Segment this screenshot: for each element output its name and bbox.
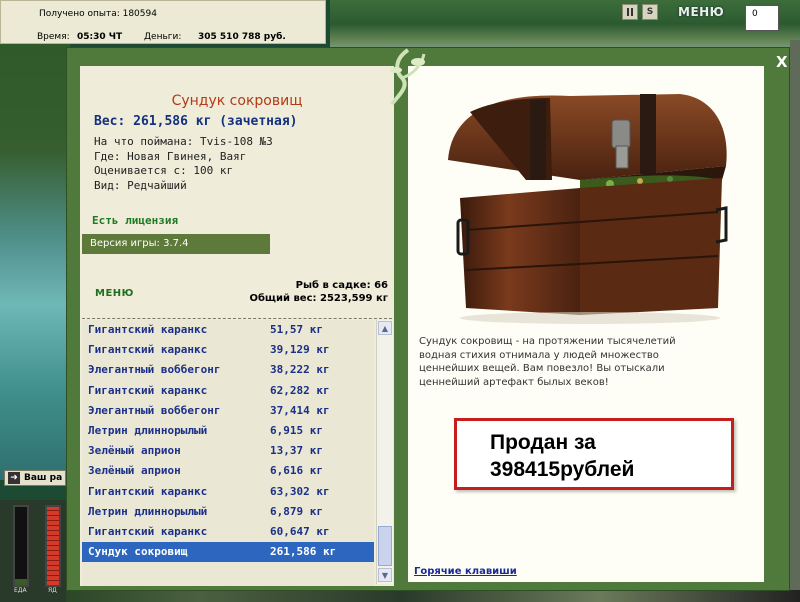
catch-list-row[interactable]: Элегантный воббегонг 37,414 кг xyxy=(82,401,374,421)
list-divider xyxy=(82,318,392,319)
food-gauge xyxy=(13,505,29,587)
catch-fish-name: Гигантский каранкс xyxy=(88,484,208,498)
scroll-up-icon[interactable]: ▲ xyxy=(378,321,392,335)
catch-fish-name: Летрин длиннорылый xyxy=(88,504,208,518)
right-edge-strip xyxy=(790,40,800,602)
treasure-chest-image xyxy=(448,94,728,324)
catch-fish-name: Гигантский каранкс xyxy=(88,343,208,357)
hotkeys-link[interactable]: Горячие клавиши xyxy=(414,566,517,577)
s-button[interactable]: S xyxy=(642,4,658,20)
catch-fish-weight: 6,616 кг xyxy=(270,464,323,478)
catch-fish-name: Сундук сокровищ xyxy=(88,545,188,559)
catch-list-row[interactable]: Элегантный воббегонг 38,222 кг xyxy=(82,360,374,380)
description-line: водная стихия отнимала у людей множество xyxy=(419,349,659,361)
catch-info-panel: Сундук сокровищ Вес: 261,586 кг (зачетна… xyxy=(80,66,394,586)
keepnet-button-label: Ваш ра xyxy=(24,473,63,483)
corner-counter: 0 xyxy=(745,5,779,31)
catch-fish-weight: 38,222 кг xyxy=(270,363,330,377)
catch-list-scrollbar[interactable]: ▲ ▼ xyxy=(376,320,393,584)
description-line: ценнейших вещей. Вам повезло! Вы отыскал… xyxy=(419,363,665,374)
keepnet-button[interactable]: ➜ Ваш ра xyxy=(4,470,66,486)
poison-gauge xyxy=(45,505,61,587)
sold-price-text: Продан за 398415рублей xyxy=(490,429,730,483)
catch-list-row[interactable]: Летрин длиннорылый 6,915 кг xyxy=(82,421,374,441)
water-background xyxy=(0,40,70,480)
catch-fish-name: Гигантский каранкс xyxy=(88,524,208,538)
top-menu-button[interactable]: МЕНЮ xyxy=(678,5,724,19)
catch-fish-name: Гигантский каранкс xyxy=(88,323,208,336)
top-buttons: S xyxy=(622,4,658,20)
catch-list-row[interactable]: Сундук сокровищ 261,586 кг xyxy=(82,542,374,563)
rated-from-info: Оценивается с: 100 кг xyxy=(94,164,234,177)
pause-icon[interactable] xyxy=(622,4,638,20)
time-label: Время: xyxy=(37,32,70,42)
description-line: ценнейший артефакт былых веков! xyxy=(419,376,609,388)
catch-list-row[interactable]: Гигантский каранкс 39,129 кг xyxy=(82,340,374,360)
money-label: Деньги: xyxy=(144,32,182,42)
location-info: Где: Новая Гвинея, Ваяг xyxy=(94,150,247,163)
fish-count: Рыб в садке: 66 xyxy=(295,280,388,291)
catch-fish-weight: 51,57 кг xyxy=(270,323,323,336)
catch-fish-name: Летрин длиннорылый xyxy=(88,423,208,437)
time-value: 05:30 ЧТ xyxy=(77,32,123,42)
close-button[interactable]: X xyxy=(776,53,788,71)
license-status: Есть лицензия xyxy=(92,214,179,227)
catch-fish-weight: 60,647 кг xyxy=(270,524,330,538)
catch-fish-weight: 6,879 кг xyxy=(270,504,323,518)
bottom-edge-strip xyxy=(0,590,800,602)
fish-name: Сундук сокровищ xyxy=(171,93,303,109)
catch-fish-weight: 6,915 кг xyxy=(270,423,323,437)
catch-fish-weight: 37,414 кг xyxy=(270,403,330,417)
catch-fish-name: Зелёный априон xyxy=(88,444,181,458)
poison-gauge-label: ЯД xyxy=(48,587,57,594)
keepnet-stats: Рыб в садке: 66 Общий вес: 2523,599 кг xyxy=(249,279,388,305)
species-kind-info: Вид: Редчайший xyxy=(94,179,187,192)
scroll-down-icon[interactable]: ▼ xyxy=(378,568,392,582)
money-value: 305 510 788 руб. xyxy=(198,32,286,42)
sold-price-annotation: Продан за 398415рублей xyxy=(454,418,734,490)
catch-list-row[interactable]: Гигантский каранкс 60,647 кг xyxy=(82,522,374,542)
description-line: Сундук сокровищ - на протяжении тысячеле… xyxy=(419,336,676,347)
catch-list-row[interactable]: Гигантский каранкс 62,282 кг xyxy=(82,381,374,401)
catch-fish-name: Гигантский каранкс xyxy=(88,383,208,397)
catch-list-row[interactable]: Гигантский каранкс 63,302 кг xyxy=(82,482,374,502)
item-description: Сундук сокровищ - на протяжении тысячеле… xyxy=(419,335,719,389)
status-bar: Получено опыта: 180594 Время: 05:30 ЧТ Д… xyxy=(0,0,326,44)
catch-list-row[interactable]: Гигантский каранкс 51,57 кг xyxy=(82,320,374,340)
catch-fish-name: Элегантный воббегонг xyxy=(88,363,221,377)
catch-list-row[interactable]: Летрин длиннорылый 6,879 кг xyxy=(82,502,374,522)
arrow-right-icon: ➜ xyxy=(8,472,20,484)
catch-fish-name: Элегантный воббегонг xyxy=(88,403,221,417)
bait-info: На что поймана: Tvis-108 №3 xyxy=(94,135,273,148)
catch-fish-weight: 13,37 кг xyxy=(270,444,323,458)
catch-list-row[interactable]: Зелёный априон 6,616 кг xyxy=(82,461,374,481)
scrollbar-thumb[interactable] xyxy=(378,526,392,566)
total-weight: Общий вес: 2523,599 кг xyxy=(249,293,388,304)
catch-fish-name: Зелёный априон xyxy=(88,464,181,478)
sold-line-1: Продан за xyxy=(490,431,596,454)
catch-list-row[interactable]: Зелёный априон 13,37 кг xyxy=(82,441,374,461)
menu-button[interactable]: МЕНЮ xyxy=(95,288,134,299)
catch-fish-weight: 63,302 кг xyxy=(270,484,330,498)
food-gauge-label: ЕДА xyxy=(14,587,27,594)
game-version: Версия игры: 3.7.4 xyxy=(82,234,270,254)
catch-fish-weight: 62,282 кг xyxy=(270,383,330,397)
sold-line-2: 398415рублей xyxy=(490,458,635,481)
catch-fish-weight: 39,129 кг xyxy=(270,343,330,357)
fish-weight: Вес: 261,586 кг (зачетная) xyxy=(94,114,298,129)
catch-list[interactable]: Гигантский каранкс 51,57 кг Гигантский кар… xyxy=(82,320,374,586)
vine-ornament-icon xyxy=(390,48,426,106)
experience-text: Получено опыта: 180594 xyxy=(39,9,157,19)
catch-fish-weight: 261,586 кг xyxy=(270,545,337,559)
